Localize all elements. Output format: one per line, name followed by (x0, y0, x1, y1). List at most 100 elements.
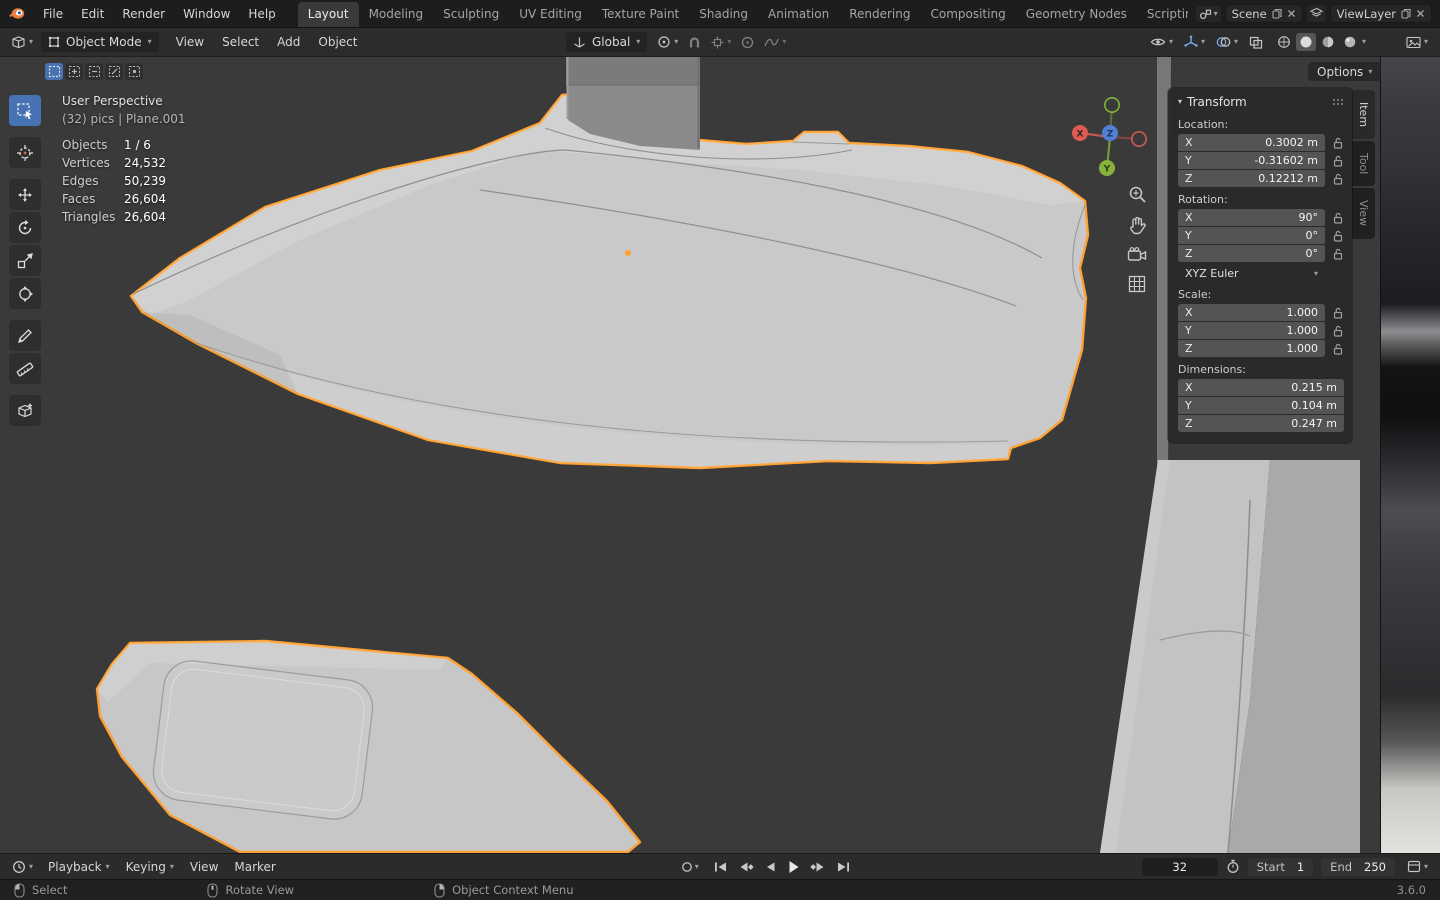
scene-selector[interactable]: Scene (1224, 4, 1303, 23)
tool-measure-button[interactable] (9, 353, 41, 384)
timeline-editor-type-button[interactable]: ▾ (8, 857, 37, 877)
auto-keying-record-button[interactable]: ▾ (677, 858, 703, 876)
lock-icon[interactable] (1331, 307, 1344, 319)
shading-wireframe-icon[interactable] (1274, 33, 1294, 51)
location-x-field[interactable]: X 0.3002 m (1178, 134, 1325, 151)
shading-options-chevron-icon[interactable]: ▾ (1362, 38, 1366, 46)
reference-image-strip[interactable] (1380, 57, 1440, 853)
next-keyframe-button[interactable] (810, 861, 826, 873)
menu-add[interactable]: Add (270, 31, 307, 53)
viewlayer-browse-button[interactable] (1306, 5, 1326, 22)
lock-icon[interactable] (1331, 343, 1344, 355)
pan-hand-icon[interactable] (1128, 216, 1146, 235)
shading-solid-icon[interactable] (1295, 33, 1316, 51)
select-mode-invert-button[interactable] (105, 63, 123, 80)
3d-viewport[interactable]: Options ▾ User Perspective (32) pics | P… (0, 57, 1440, 853)
close-icon[interactable] (1416, 9, 1425, 18)
select-mode-extend-button[interactable] (65, 63, 83, 80)
menu-timeline-view[interactable]: View (183, 856, 225, 878)
blender-logo-icon[interactable] (8, 7, 25, 20)
play-reverse-button[interactable] (764, 861, 777, 873)
lock-icon[interactable] (1331, 230, 1344, 242)
scale-z-field[interactable]: Z 1.000 (1178, 340, 1325, 357)
dimensions-y-field[interactable]: Y 0.104 m (1178, 397, 1344, 414)
tool-select-box-button[interactable] (9, 95, 41, 126)
menu-render[interactable]: Render (114, 3, 173, 25)
sidebar-tab-item[interactable]: Item (1352, 90, 1375, 140)
menu-playback[interactable]: Playback ▾ (41, 856, 117, 878)
select-mode-intersect-button[interactable] (125, 63, 143, 80)
preview-range-clock-icon[interactable] (1226, 859, 1240, 874)
tool-annotate-button[interactable] (9, 320, 41, 351)
lock-icon[interactable] (1331, 212, 1344, 224)
tool-cursor-button[interactable] (9, 137, 41, 168)
mode-selector[interactable]: Object Mode ▾ (41, 32, 159, 52)
prev-keyframe-button[interactable] (738, 861, 754, 873)
overlays-button[interactable]: ▾ (1212, 33, 1242, 51)
scene-browse-button[interactable]: ▾ (1195, 5, 1221, 22)
tool-transform-button[interactable] (9, 278, 41, 309)
lock-icon[interactable] (1331, 155, 1344, 167)
end-frame-field[interactable]: End 250 (1321, 857, 1395, 876)
workspace-tab-modeling[interactable]: Modeling (359, 2, 434, 27)
start-frame-field[interactable]: Start 1 (1247, 857, 1314, 876)
rotation-mode-dropdown[interactable]: XYZ Euler ▾ (1178, 265, 1325, 282)
workspace-tab-geometry-nodes[interactable]: Geometry Nodes (1016, 2, 1137, 27)
dimensions-x-field[interactable]: X 0.215 m (1178, 379, 1344, 396)
location-y-field[interactable]: Y -0.31602 m (1178, 152, 1325, 169)
scale-x-field[interactable]: X 1.000 (1178, 304, 1325, 321)
orthographic-grid-icon[interactable] (1128, 275, 1146, 293)
workspace-tab-sculpting[interactable]: Sculpting (433, 2, 509, 27)
gizmo-x-neg-axis[interactable] (1131, 130, 1148, 147)
panel-grip-icon[interactable] (1332, 98, 1344, 106)
workspace-tab-animation[interactable]: Animation (758, 2, 839, 27)
shading-material-icon[interactable] (1318, 33, 1338, 51)
workspace-tab-uv-editing[interactable]: UV Editing (509, 2, 592, 27)
scale-y-field[interactable]: Y 1.000 (1178, 322, 1325, 339)
tool-rotate-button[interactable] (9, 212, 41, 243)
shading-rendered-icon[interactable] (1340, 33, 1360, 51)
workspace-tab-layout[interactable]: Layout (297, 2, 359, 27)
lock-icon[interactable] (1331, 248, 1344, 260)
lock-icon[interactable] (1331, 325, 1344, 337)
zoom-icon[interactable] (1128, 185, 1147, 204)
tool-move-button[interactable] (9, 179, 41, 210)
rotation-y-field[interactable]: Y 0° (1178, 227, 1325, 244)
workspace-tab-compositing[interactable]: Compositing (920, 2, 1015, 27)
dimensions-z-field[interactable]: Z 0.247 m (1178, 415, 1344, 432)
play-button[interactable] (787, 860, 800, 874)
menu-view[interactable]: View (169, 31, 211, 53)
viewlayer-selector[interactable]: ViewLayer (1329, 4, 1432, 23)
close-icon[interactable] (1287, 9, 1296, 18)
navigation-gizmo[interactable]: X Z Y (1060, 93, 1160, 193)
camera-view-icon[interactable] (1127, 247, 1147, 263)
orientation-selector[interactable]: Global ▾ (566, 32, 648, 52)
menu-help[interactable]: Help (240, 3, 283, 25)
select-mode-set-button[interactable] (45, 63, 63, 80)
proportional-editing-icon[interactable] (737, 33, 758, 52)
menu-select[interactable]: Select (215, 31, 266, 53)
menu-keying[interactable]: Keying ▾ (119, 856, 181, 878)
proportional-falloff-button[interactable]: ▾ (760, 33, 790, 51)
workspace-tab-texture-paint[interactable]: Texture Paint (592, 2, 689, 27)
select-mode-subtract-button[interactable] (85, 63, 103, 80)
tool-scale-button[interactable] (9, 245, 41, 276)
menu-object[interactable]: Object (311, 31, 364, 53)
image-editor-type-button[interactable]: ▾ (1406, 36, 1428, 49)
options-button[interactable]: Options ▾ (1308, 62, 1382, 81)
xray-toggle-icon[interactable] (1245, 33, 1267, 52)
gizmo-y-neg-axis[interactable] (1103, 97, 1120, 113)
current-frame-field[interactable]: 32 (1141, 857, 1218, 876)
workspace-tab-scripting[interactable]: Scripting (1137, 2, 1188, 27)
lock-icon[interactable] (1331, 173, 1344, 185)
copy-icon[interactable] (1401, 8, 1411, 19)
menu-window[interactable]: Window (175, 3, 238, 25)
menu-file[interactable]: File (35, 3, 71, 25)
workspace-tab-shading[interactable]: Shading (689, 2, 758, 27)
jump-to-end-button[interactable] (836, 861, 851, 873)
location-z-field[interactable]: Z 0.12212 m (1178, 170, 1325, 187)
menu-edit[interactable]: Edit (73, 3, 112, 25)
rotation-z-field[interactable]: Z 0° (1178, 245, 1325, 262)
jump-to-start-button[interactable] (713, 861, 728, 873)
rotation-x-field[interactable]: X 90° (1178, 209, 1325, 226)
